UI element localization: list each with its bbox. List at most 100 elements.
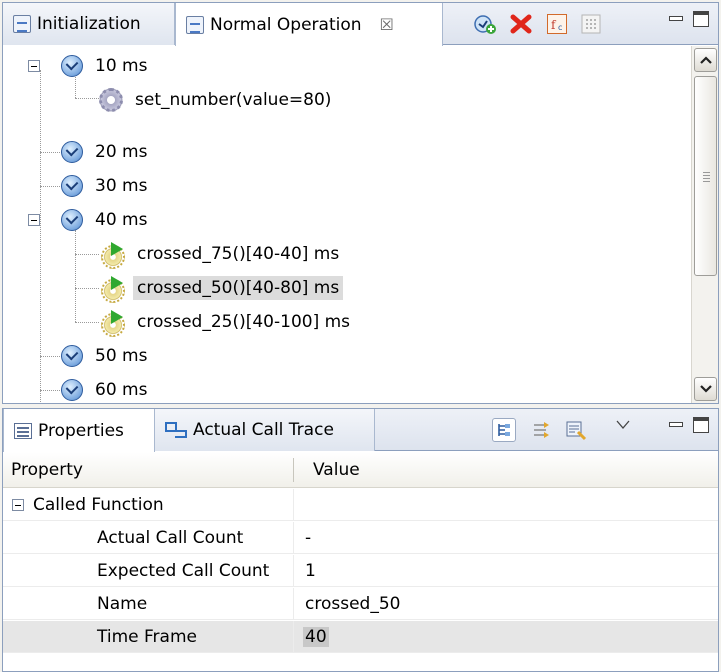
function-icon[interactable]: f c xyxy=(545,12,569,36)
tree-connector xyxy=(75,288,99,289)
expected-call-icon xyxy=(99,310,125,337)
grip-line xyxy=(703,175,710,176)
tree-item-timeframe[interactable]: 30 ms xyxy=(61,169,151,203)
tab-actual-call-trace[interactable]: Actual Call Trace xyxy=(155,409,375,451)
tree-item-timeframe[interactable]: 40 ms xyxy=(61,203,151,237)
property-value[interactable]: 1 xyxy=(305,555,316,587)
property-value[interactable]: crossed_50 xyxy=(305,588,400,620)
tree-connector xyxy=(75,254,99,255)
column-header-value[interactable]: Value xyxy=(313,452,360,488)
tree-item-label: 10 ms xyxy=(95,56,148,76)
properties-view: Properties Actual Call Trace Property Va… xyxy=(2,408,719,672)
tree-connector xyxy=(40,390,62,391)
tree-connector xyxy=(40,186,62,187)
tree-item-expected-call[interactable]: crossed_50()[40-80] ms xyxy=(99,271,344,305)
collapse-toggle[interactable] xyxy=(12,499,24,511)
tree-item-timeframe[interactable]: 50 ms xyxy=(61,339,151,373)
column-divider[interactable] xyxy=(293,458,294,482)
show-advanced-icon[interactable] xyxy=(530,418,554,442)
clock-icon xyxy=(61,55,83,77)
maximize-icon[interactable] xyxy=(693,417,709,433)
add-timeframe-icon[interactable] xyxy=(473,12,497,36)
grip-line xyxy=(703,178,710,179)
tab-initialization[interactable]: Initialization xyxy=(3,3,175,45)
column-header-property[interactable]: Property xyxy=(11,452,83,488)
property-value[interactable]: - xyxy=(305,522,311,554)
gear-icon xyxy=(99,88,123,112)
table-row-selected[interactable]: Time Frame 40 xyxy=(3,621,718,653)
call-trace-icon xyxy=(165,422,187,438)
tree-item-label: 50 ms xyxy=(95,346,148,366)
table-row[interactable]: Expected Call Count 1 xyxy=(3,555,718,587)
maximize-icon[interactable] xyxy=(693,11,709,27)
tab-normal-operation[interactable]: Normal Operation ☒ xyxy=(175,3,443,46)
show-categories-icon[interactable] xyxy=(492,418,516,442)
clock-icon xyxy=(61,345,83,367)
tree-item-timeframe[interactable]: 60 ms xyxy=(61,373,151,403)
table-row[interactable]: Actual Call Count - xyxy=(3,522,718,554)
tree-item-function-call[interactable]: set_number(value=80) xyxy=(99,83,335,117)
clock-icon xyxy=(61,141,83,163)
restore-defaults-icon[interactable] xyxy=(564,418,588,442)
tree-connector xyxy=(40,356,62,357)
scroll-down-button[interactable] xyxy=(694,377,717,401)
grid-icon[interactable] xyxy=(579,12,603,36)
editor-document-icon xyxy=(13,15,31,33)
cell-divider xyxy=(293,621,294,652)
test-editor-view: Initialization Normal Operation ☒ f c 10… xyxy=(2,2,719,404)
tab-label: Properties xyxy=(38,420,124,441)
tree-item-label: crossed_25()[40-100] ms xyxy=(137,312,351,332)
editor-document-icon xyxy=(186,15,204,34)
tab-label: Initialization xyxy=(37,14,141,34)
close-icon[interactable]: ☒ xyxy=(380,15,394,34)
svg-text:c: c xyxy=(558,23,562,32)
tree-connector xyxy=(75,322,99,323)
expected-call-icon xyxy=(99,242,125,269)
scroll-up-button[interactable] xyxy=(694,48,717,72)
tree-item-label: set_number(value=80) xyxy=(135,90,332,110)
tree-item-label: 20 ms xyxy=(95,142,148,162)
table-row[interactable]: Name crossed_50 xyxy=(3,588,718,620)
properties-tab-bar: Properties Actual Call Trace xyxy=(3,409,718,452)
tab-properties[interactable]: Properties xyxy=(3,409,155,452)
tree-item-label: crossed_75()[40-40] ms xyxy=(137,244,340,264)
cell-divider xyxy=(293,588,294,619)
scroll-thumb[interactable] xyxy=(694,76,717,276)
cell-divider xyxy=(293,522,294,553)
minimize-icon[interactable] xyxy=(667,11,683,27)
tree-item-label: 40 ms xyxy=(95,210,148,230)
tree-item-expected-call[interactable]: crossed_25()[40-100] ms xyxy=(99,305,354,339)
tab-label: Actual Call Trace xyxy=(193,420,334,440)
tree-item-expected-call[interactable]: crossed_75()[40-40] ms xyxy=(99,237,343,271)
tree-connector xyxy=(75,230,76,322)
property-name: Actual Call Count xyxy=(97,528,244,548)
collapse-toggle[interactable] xyxy=(28,60,40,72)
tree-connector xyxy=(40,152,62,153)
expected-call-icon xyxy=(99,276,125,303)
property-name: Called Function xyxy=(33,495,164,515)
property-value-editor[interactable]: 40 xyxy=(303,621,329,653)
property-table-header: Property Value xyxy=(3,452,718,488)
tab-label: Normal Operation xyxy=(210,14,362,35)
clock-icon xyxy=(61,209,83,231)
clock-icon xyxy=(61,379,83,401)
selected-value-text[interactable]: 40 xyxy=(303,627,329,647)
tree-connector xyxy=(40,70,41,402)
tree-item-label: 60 ms xyxy=(95,380,148,400)
tree-connector xyxy=(75,98,99,99)
property-name: Expected Call Count xyxy=(97,561,270,581)
tree-item-timeframe[interactable]: 20 ms xyxy=(61,135,151,169)
vertical-scrollbar[interactable] xyxy=(691,46,718,403)
chevron-up-icon xyxy=(699,56,712,64)
table-row-called-function[interactable]: Called Function xyxy=(3,489,718,521)
chevron-down-icon xyxy=(699,385,712,393)
properties-icon xyxy=(14,422,32,439)
delete-icon[interactable] xyxy=(509,12,533,36)
tree-item-timeframe[interactable]: 10 ms xyxy=(61,49,151,83)
minimize-icon[interactable] xyxy=(667,417,683,433)
view-menu-icon[interactable] xyxy=(611,413,635,437)
grip-line xyxy=(703,172,710,173)
timeframe-tree: 10 ms set_number(value=80) 20 ms 30 ms 4… xyxy=(3,46,691,403)
editor-tab-bar: Initialization Normal Operation ☒ f c xyxy=(3,3,718,46)
collapse-toggle[interactable] xyxy=(28,214,40,226)
